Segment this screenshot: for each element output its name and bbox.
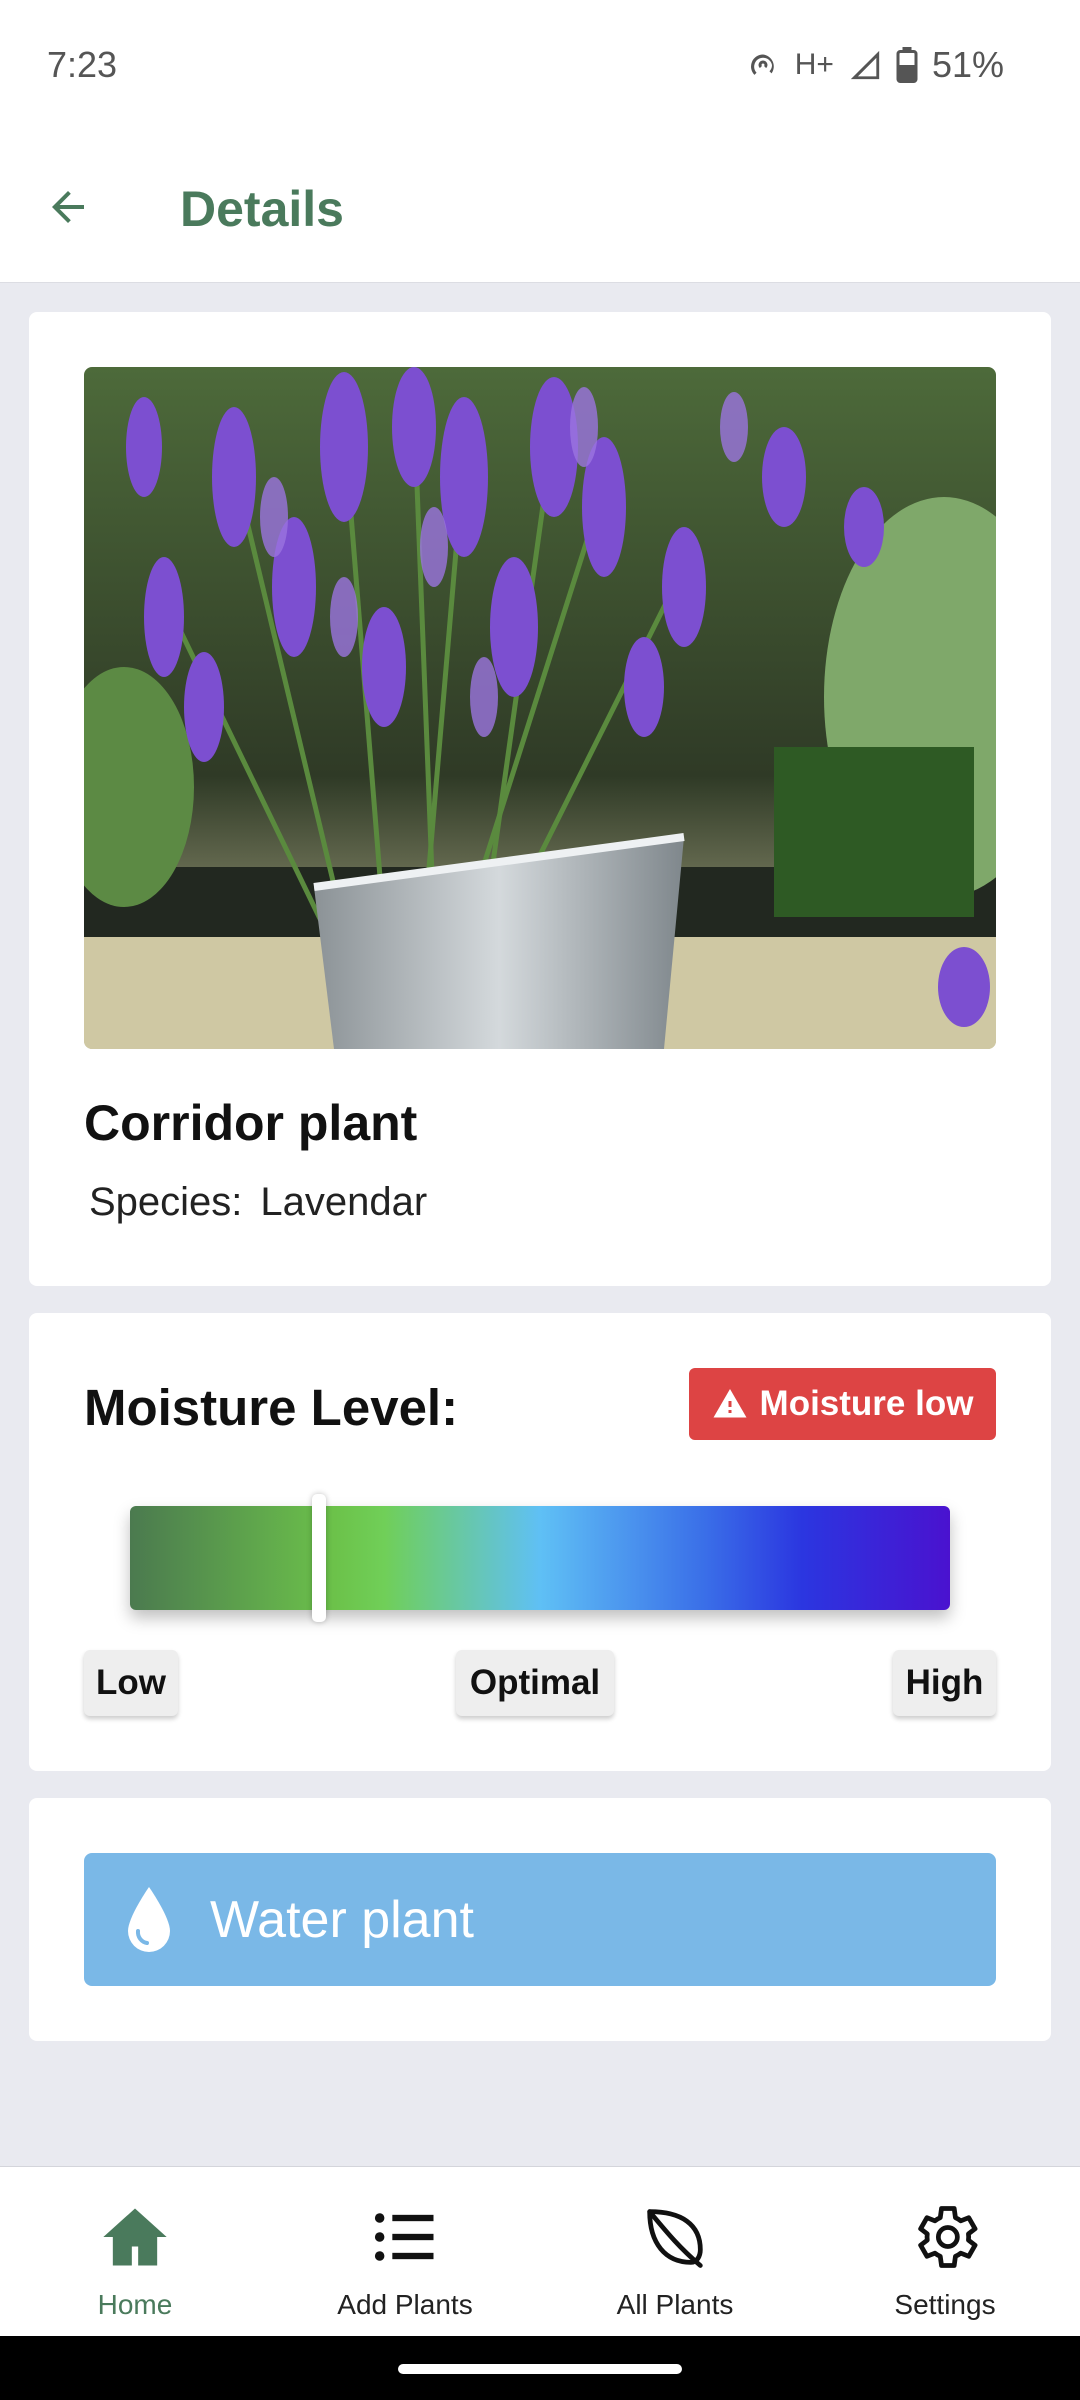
plant-name: Corridor plant [84, 1095, 418, 1151]
battery-level: 51% [931, 44, 1004, 85]
moisture-card: Moisture Level: Moisture low Low Optimal… [29, 1313, 1051, 1771]
list-icon [374, 2213, 434, 2261]
signal-icon [848, 48, 882, 82]
nav-home[interactable]: Home [0, 2167, 270, 2336]
status-icons: H+ 51% [745, 44, 1004, 86]
moisture-title: Moisture Level: [84, 1379, 459, 1436]
app-bar: Details [0, 130, 1080, 283]
nav-settings[interactable]: Settings [810, 2167, 1080, 2336]
back-button[interactable] [36, 175, 100, 239]
warning-icon [713, 1389, 747, 1418]
arrow-back-icon [52, 191, 84, 223]
actions-card: Water plant [29, 1798, 1051, 2041]
moisture-badge-text: Moisture low [759, 1384, 974, 1423]
nav-all-plants[interactable]: All Plants [540, 2167, 810, 2336]
home-icon [103, 2208, 167, 2266]
species-label: Species: [89, 1180, 243, 1224]
water-plant-button[interactable]: Water plant [84, 1853, 996, 1986]
status-bar: 7:23 H+ 51% [0, 0, 1080, 130]
home-gesture-handle[interactable] [398, 2364, 682, 2374]
moisture-warning-badge: Moisture low [689, 1368, 996, 1440]
bottom-navigation: Home Add Plants All Plants Settings [0, 2166, 1080, 2336]
nav-settings-label: Settings [894, 2289, 996, 2320]
moisture-level-marker [311, 1494, 326, 1622]
page-title: Details [180, 181, 344, 237]
species-value: Lavendar [260, 1180, 428, 1224]
moisture-gauge [130, 1494, 950, 1622]
nav-home-label: Home [97, 2289, 173, 2320]
status-time: 7:23 [47, 44, 118, 85]
gauge-label-optimal: Optimal [456, 1650, 614, 1716]
gauge-label-high: High [893, 1650, 996, 1716]
hotspot-icon [745, 47, 781, 83]
gauge-label-low: Low [84, 1650, 178, 1716]
network-type: H+ [794, 48, 834, 81]
water-plant-label: Water plant [210, 1890, 474, 1949]
plant-info-card: Corridor plant Species: Lavendar [29, 312, 1051, 1286]
gear-icon [918, 2206, 978, 2268]
nav-add-plants[interactable]: Add Plants [270, 2167, 540, 2336]
plant-photo [84, 367, 996, 1049]
battery-icon [896, 47, 918, 83]
nav-all-plants-label: All Plants [616, 2289, 734, 2320]
leaf-icon [647, 2209, 703, 2268]
water-drop-icon [128, 1886, 170, 1952]
nav-add-plants-label: Add Plants [337, 2289, 473, 2320]
species-row: Species: Lavendar [89, 1180, 427, 1225]
gesture-navigation-area [0, 2336, 1080, 2400]
